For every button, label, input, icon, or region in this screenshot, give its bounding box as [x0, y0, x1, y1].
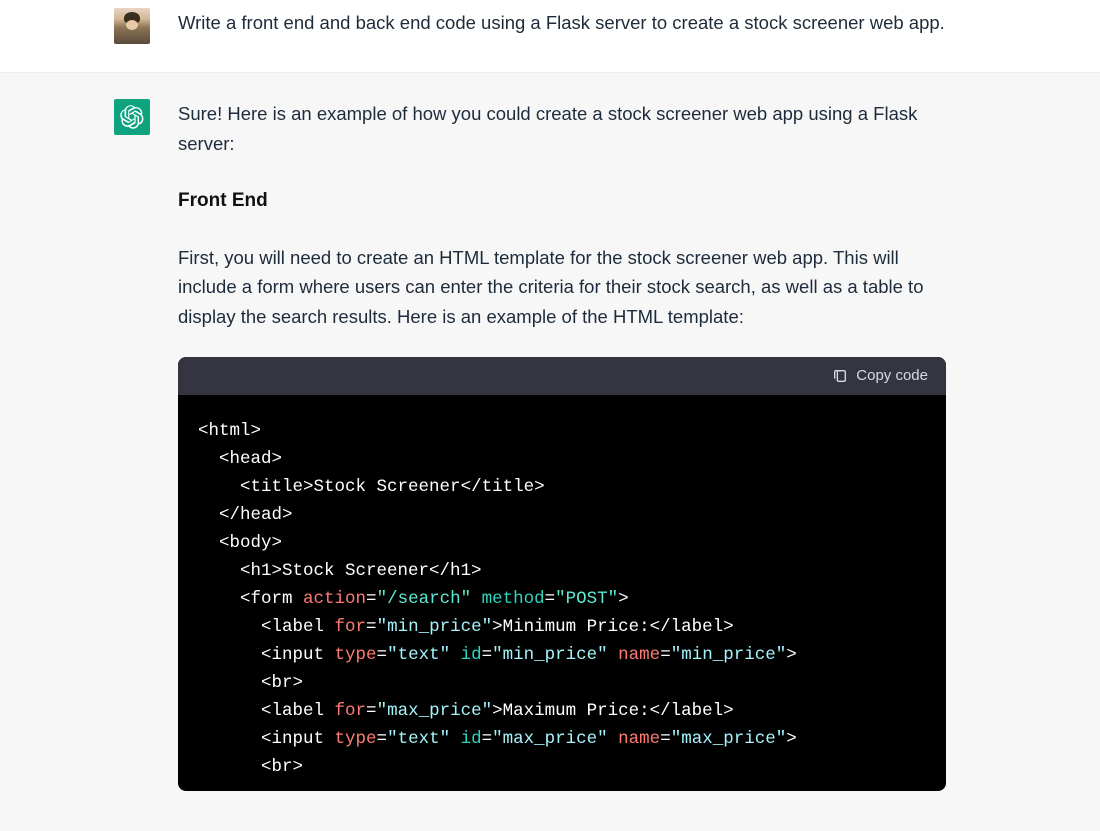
- code-string: "text": [387, 729, 450, 749]
- code-text: =: [366, 701, 377, 721]
- code-line: <input: [198, 645, 335, 665]
- code-line: <br>: [198, 757, 303, 777]
- code-text: =: [366, 589, 377, 609]
- code-text: >: [492, 701, 503, 721]
- front-end-heading: Front End: [178, 186, 946, 216]
- code-line: <br>: [198, 673, 303, 693]
- assistant-intro-text: Sure! Here is an example of how you coul…: [178, 99, 946, 158]
- code-string: "/search": [377, 589, 472, 609]
- code-text: Minimum Price:: [503, 617, 650, 637]
- code-line: <head>: [198, 449, 282, 469]
- code-text: =: [660, 645, 671, 665]
- code-attr: type: [335, 645, 377, 665]
- code-line: <title>: [198, 477, 314, 497]
- code-block-header: Copy code: [178, 357, 946, 395]
- code-attr: type: [335, 729, 377, 749]
- code-text: =: [377, 729, 388, 749]
- code-text: </label>: [650, 701, 734, 721]
- code-text: >: [786, 645, 797, 665]
- user-message-text: Write a front end and back end code usin…: [178, 8, 946, 44]
- code-line: <input: [198, 729, 335, 749]
- copy-code-label: Copy code: [856, 364, 928, 388]
- code-text: =: [377, 645, 388, 665]
- code-attr: id: [461, 729, 482, 749]
- code-text: Maximum Price:: [503, 701, 650, 721]
- code-text: =: [660, 729, 671, 749]
- code-attr: method: [482, 589, 545, 609]
- code-attr: for: [335, 701, 367, 721]
- code-string: "min_price": [377, 617, 493, 637]
- code-text: =: [482, 729, 493, 749]
- code-line: <html>: [198, 421, 261, 441]
- code-content: <html> <head> <title>Stock Screener</tit…: [178, 395, 946, 791]
- code-line: <h1>: [198, 561, 282, 581]
- assistant-message-content: Sure! Here is an example of how you coul…: [178, 99, 946, 791]
- code-string: "min_price": [671, 645, 787, 665]
- code-line: <label: [198, 701, 335, 721]
- code-string: "max_price": [671, 729, 787, 749]
- code-string: "text": [387, 645, 450, 665]
- code-attr: name: [618, 729, 660, 749]
- code-text: =: [366, 617, 377, 637]
- code-text: =: [545, 589, 556, 609]
- code-text: [471, 589, 482, 609]
- code-text: Stock Screener: [314, 477, 461, 497]
- code-text: [450, 645, 461, 665]
- code-line: <label: [198, 617, 335, 637]
- code-attr: id: [461, 645, 482, 665]
- code-string: "min_price": [492, 645, 608, 665]
- user-avatar: [114, 8, 150, 44]
- user-message-row: Write a front end and back end code usin…: [0, 0, 1100, 72]
- code-text: =: [482, 645, 493, 665]
- code-text: >: [618, 589, 629, 609]
- clipboard-icon: [832, 368, 848, 384]
- code-text: [608, 645, 619, 665]
- code-text: </title>: [461, 477, 545, 497]
- code-line: <form: [198, 589, 303, 609]
- assistant-message-row: Sure! Here is an example of how you coul…: [0, 72, 1100, 831]
- code-text: </label>: [650, 617, 734, 637]
- code-text: Stock Screener: [282, 561, 429, 581]
- code-line: </head>: [198, 505, 293, 525]
- code-text: >: [492, 617, 503, 637]
- code-text: [608, 729, 619, 749]
- code-attr: name: [618, 645, 660, 665]
- code-line: <body>: [198, 533, 282, 553]
- copy-code-button[interactable]: Copy code: [832, 364, 928, 388]
- code-text: [450, 729, 461, 749]
- code-string: "max_price": [377, 701, 493, 721]
- code-text: </h1>: [429, 561, 482, 581]
- code-text: >: [786, 729, 797, 749]
- front-end-description: First, you will need to create an HTML t…: [178, 243, 946, 332]
- code-block: Copy code <html> <head> <title>Stock Scr…: [178, 357, 946, 791]
- code-attr: for: [335, 617, 367, 637]
- code-string: "POST": [555, 589, 618, 609]
- code-string: "max_price": [492, 729, 608, 749]
- assistant-avatar: [114, 99, 150, 135]
- code-attr: action: [303, 589, 366, 609]
- openai-logo-icon: [120, 105, 144, 129]
